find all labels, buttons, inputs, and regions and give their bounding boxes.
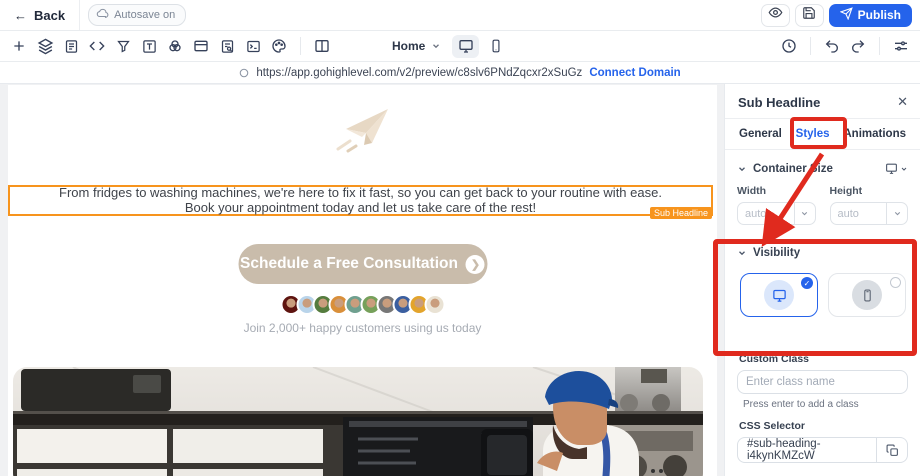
cta-button[interactable]: Schedule a Free Consultation ❯ [238, 244, 487, 284]
eye-icon [768, 5, 783, 25]
technician-photo-illustration [13, 367, 703, 476]
autosave-badge: Autosave on [88, 4, 187, 26]
add-element-icon[interactable] [6, 34, 32, 58]
selection-label-tag: Sub Headline [649, 207, 712, 219]
settings-sliders-icon[interactable] [888, 34, 914, 58]
customer-avatars [280, 294, 445, 315]
undo-icon[interactable] [819, 34, 845, 58]
hero-image[interactable] [13, 367, 703, 476]
page-selector-value: Home [392, 39, 426, 53]
sub-headline-element[interactable]: From fridges to washing machines, we're … [8, 185, 713, 219]
close-icon[interactable]: ✕ [897, 94, 908, 110]
panel-title: Sub Headline [738, 94, 821, 110]
height-label: Height [829, 185, 863, 197]
divider [810, 37, 811, 55]
page-search-icon[interactable] [214, 34, 240, 58]
publish-label: Publish [857, 8, 901, 22]
tab-animations[interactable]: Animations [843, 119, 906, 149]
terminal-icon[interactable] [240, 34, 266, 58]
page-selector-dropdown[interactable]: Home [392, 39, 441, 53]
tab-general[interactable]: General [739, 119, 782, 149]
cloud-icon [96, 7, 109, 23]
floppy-icon [802, 6, 816, 25]
css-selector-label: CSS Selector [739, 420, 805, 432]
card-section-icon[interactable] [188, 34, 214, 58]
customer-avatar [424, 294, 445, 315]
connect-domain-link[interactable]: Connect Domain [589, 67, 680, 79]
mobile-toggle[interactable] [482, 35, 509, 58]
back-arrow-icon: ← [14, 7, 27, 23]
palette-icon[interactable] [266, 34, 292, 58]
back-label: Back [34, 7, 66, 23]
redo-icon[interactable] [845, 34, 871, 58]
height-select[interactable]: auto [829, 202, 908, 225]
paper-plane-illustration [336, 109, 388, 153]
radio-unselected-icon [890, 277, 901, 288]
width-label: Width [737, 185, 767, 197]
layers-icon[interactable] [32, 34, 58, 58]
top-header: ← Back Autosave on Publish [0, 0, 920, 31]
save-button[interactable] [794, 3, 824, 27]
visibility-desktop-card[interactable]: ✓ [740, 273, 818, 317]
desktop-icon [772, 289, 786, 302]
autosave-label: Autosave on [114, 9, 176, 21]
visibility-mobile-card[interactable] [828, 273, 906, 317]
panel-tabs: General Styles Animations [725, 119, 920, 149]
chevron-down-icon [886, 203, 907, 224]
chevron-down-icon [739, 251, 745, 256]
blend-icon[interactable] [162, 34, 188, 58]
visibility-section-header[interactable]: Visibility [725, 225, 920, 265]
builder-content: From fridges to washing machines, we're … [0, 84, 920, 476]
notes-icon[interactable] [58, 34, 84, 58]
custom-class-label: Custom Class [739, 353, 810, 365]
social-proof-text: Join 2,000+ happy customers using us tod… [243, 321, 482, 335]
send-icon [839, 7, 853, 23]
custom-class-helper: Press enter to add a class [743, 399, 859, 410]
builder-app: ← Back Autosave on Publish Home https://… [0, 0, 920, 476]
height-value: auto [837, 207, 859, 220]
preview-button[interactable] [760, 3, 790, 27]
chevron-down-icon [739, 166, 745, 171]
desktop-icon [886, 163, 897, 174]
divider [79, 0, 81, 30]
copy-icon [886, 444, 898, 456]
check-icon: ✓ [801, 277, 813, 289]
settings-panel: Sub Headline ✕ General Styles Animations… [724, 84, 920, 476]
desktop-toggle[interactable] [452, 34, 479, 58]
back-button[interactable]: ← Back [8, 8, 71, 23]
custom-class-input[interactable] [737, 370, 908, 394]
preview-url-bar: https://app.gohighlevel.com/v2/preview/c… [0, 62, 920, 84]
version-history-icon[interactable] [776, 34, 802, 58]
funnel-icon[interactable] [110, 34, 136, 58]
builder-toolbar: Home [0, 31, 920, 62]
container-size-section-header[interactable]: Container Size [725, 150, 920, 181]
tab-styles[interactable]: Styles [793, 119, 832, 149]
split-columns-icon[interactable] [309, 34, 335, 58]
url-status-icon [240, 68, 249, 77]
width-value: auto [745, 207, 767, 220]
code-icon[interactable] [84, 34, 110, 58]
page-canvas[interactable]: From fridges to washing machines, we're … [8, 85, 717, 476]
divider [300, 37, 301, 55]
sub-headline-line2: Book your appointment today and let us t… [184, 199, 537, 215]
preview-url: https://app.gohighlevel.com/v2/preview/c… [256, 66, 583, 79]
sub-headline-text: From fridges to washing machines, we're … [10, 185, 711, 215]
sub-headline-line1: From fridges to washing machines, we're … [59, 185, 662, 200]
device-toggle-group [452, 34, 509, 58]
cta-arrow-icon: ❯ [465, 254, 485, 274]
visibility-label: Visibility [753, 247, 801, 259]
mobile-icon [863, 289, 871, 301]
chevron-down-icon [433, 44, 440, 49]
width-select[interactable]: auto [737, 202, 816, 225]
cta-label: Schedule a Free Consultation [240, 255, 458, 272]
chevron-down-icon [793, 203, 815, 224]
device-scope-dropdown[interactable] [885, 162, 908, 175]
copy-button[interactable] [877, 437, 908, 463]
chevron-down-icon [901, 167, 907, 171]
publish-button[interactable]: Publish [828, 3, 912, 27]
divider [879, 37, 880, 55]
container-size-label: Container Size [753, 162, 833, 175]
text-element-icon[interactable] [136, 34, 162, 58]
css-selector-value: #sub-heading-i4kynKMZcW [737, 437, 877, 463]
